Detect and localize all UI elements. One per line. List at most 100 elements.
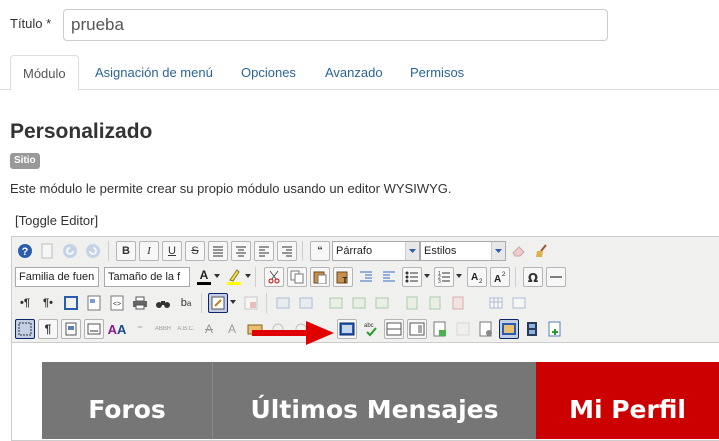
table-row-delete-icon[interactable] [326, 293, 346, 313]
toggle-editor-link[interactable]: [Toggle Editor] [15, 213, 98, 228]
title-input[interactable] [63, 9, 608, 41]
paste-text-icon[interactable]: T [333, 267, 353, 287]
spellcheck-icon[interactable]: abc [361, 319, 381, 339]
styles-select[interactable]: Estilos [420, 241, 506, 261]
bold-icon[interactable]: B [116, 241, 136, 261]
strikethrough-icon[interactable]: S [185, 241, 205, 261]
fullscreen-icon[interactable] [61, 293, 81, 313]
format-select-value: Párrafo [336, 245, 373, 257]
banner-item-ultimos-mensajes[interactable]: Últimos Mensajes [212, 362, 536, 439]
table-col-after-icon[interactable] [425, 293, 445, 313]
table-col-delete-icon[interactable] [448, 293, 468, 313]
pagebreak-doc-icon[interactable] [476, 319, 496, 339]
page-break-icon[interactable] [384, 319, 404, 339]
tab-modulo[interactable]: Módulo [10, 55, 79, 91]
module-description: Este módulo le permite crear su propio m… [10, 181, 452, 196]
insert-file-icon[interactable] [545, 319, 565, 339]
chevron-down-icon[interactable] [424, 274, 430, 278]
font-family-select[interactable]: Familia de fuen [15, 267, 99, 287]
banner-item-foros[interactable]: Foros [42, 362, 212, 439]
ltr-direction-icon[interactable]: •¶ [15, 293, 35, 313]
toolbar-row-4: ¶ AA “” ABBR A.B.C. A A abc [12, 317, 719, 341]
special-character-icon[interactable]: Ω [523, 267, 543, 287]
rtl-direction-icon[interactable]: ¶• [38, 293, 58, 313]
chevron-down-icon [405, 242, 419, 260]
absolute-position-icon[interactable] [241, 293, 261, 313]
tab-permisos[interactable]: Permisos [398, 55, 476, 90]
module-icon[interactable] [453, 319, 473, 339]
align-center-icon[interactable] [231, 241, 251, 261]
table-row-before-icon[interactable] [273, 293, 293, 313]
table-row-after-icon[interactable] [296, 293, 316, 313]
superscript-icon[interactable]: A2 [490, 267, 510, 287]
chevron-down-icon[interactable] [456, 274, 462, 278]
toolbar-row-2: Familia de fuen Tamaño de la f A T 1 2 3… [12, 265, 719, 289]
unordered-list-icon[interactable] [402, 267, 422, 287]
align-justify-icon[interactable] [208, 241, 228, 261]
align-right-icon[interactable] [277, 241, 297, 261]
delete-text-icon[interactable]: A [199, 319, 219, 339]
table-icon[interactable] [486, 293, 506, 313]
horizontal-rule-icon[interactable] [546, 267, 566, 287]
highlight-color-icon[interactable] [224, 267, 244, 287]
cite-icon[interactable]: “” [130, 319, 150, 339]
table-properties-icon[interactable] [509, 293, 529, 313]
banner-item-mi-perfil[interactable]: Mi Perfil [536, 362, 719, 439]
media-film-icon[interactable] [522, 319, 542, 339]
font-color-icon[interactable]: A [194, 267, 214, 287]
eraser-icon[interactable] [509, 241, 529, 261]
chevron-down-icon[interactable] [230, 300, 236, 304]
table-cell-merge-icon[interactable] [349, 293, 369, 313]
tab-avanzado[interactable]: Avanzado [313, 55, 395, 90]
visual-aid-icon[interactable] [15, 319, 35, 339]
chevron-down-icon[interactable] [214, 274, 220, 278]
cleanup-broom-icon[interactable] [532, 241, 552, 261]
outdent-icon[interactable] [379, 267, 399, 287]
styleprops-icon[interactable]: AA [107, 319, 127, 339]
abbr-icon[interactable]: ABBR [153, 319, 173, 339]
paste-icon[interactable] [310, 267, 330, 287]
page-title: Personalizado [10, 120, 153, 143]
insert-layer-icon[interactable] [208, 293, 228, 313]
undo-icon[interactable] [60, 241, 80, 261]
template-icon[interactable] [84, 293, 104, 313]
insert-text-icon[interactable]: A [222, 319, 242, 339]
paste-word-icon[interactable] [61, 319, 81, 339]
acronym-icon[interactable]: A.B.C. [176, 319, 196, 339]
show-blocks-icon[interactable]: ¶ [38, 319, 58, 339]
print-icon[interactable] [130, 293, 150, 313]
toolbar-separator [266, 293, 267, 313]
ordered-list-icon[interactable]: 123 [434, 267, 454, 287]
format-select[interactable]: Párrafo [332, 241, 420, 261]
styles-select-value: Estilos [424, 245, 457, 257]
svg-text:2: 2 [479, 279, 483, 284]
readmore-icon[interactable] [407, 319, 427, 339]
tab-opciones[interactable]: Opciones [229, 55, 308, 90]
new-document-icon[interactable] [37, 241, 57, 261]
blockquote-icon[interactable]: “ [310, 241, 330, 261]
chevron-down-icon[interactable] [245, 274, 251, 278]
replace-icon[interactable]: ba [176, 293, 196, 313]
media-image-icon[interactable] [499, 319, 519, 339]
table-col-before-icon[interactable] [402, 293, 422, 313]
cut-icon[interactable] [264, 267, 284, 287]
align-left-icon[interactable] [254, 241, 274, 261]
insert-article-icon[interactable] [430, 319, 450, 339]
help-icon[interactable]: ? [15, 241, 35, 261]
svg-text:A: A [494, 274, 501, 284]
underline-icon[interactable]: U [162, 241, 182, 261]
table-cell-split-icon[interactable] [372, 293, 392, 313]
tab-asignacion-menu[interactable]: Asignación de menú [83, 55, 225, 90]
find-binoculars-icon[interactable] [153, 293, 173, 313]
nonbreaking-space-icon[interactable] [84, 319, 104, 339]
italic-icon[interactable]: I [139, 241, 159, 261]
indent-icon[interactable] [356, 267, 376, 287]
menu-banner: Foros Últimos Mensajes Mi Perfil [42, 362, 719, 439]
toolbar-row-3: •¶ ¶• <> ba [12, 291, 719, 315]
copy-icon[interactable] [287, 267, 307, 287]
subscript-icon[interactable]: A2 [467, 267, 487, 287]
font-size-select[interactable]: Tamaño de la f [104, 267, 190, 287]
redo-icon[interactable] [83, 241, 103, 261]
code-icon[interactable]: <> [107, 293, 127, 313]
insert-image-icon[interactable] [337, 319, 357, 339]
